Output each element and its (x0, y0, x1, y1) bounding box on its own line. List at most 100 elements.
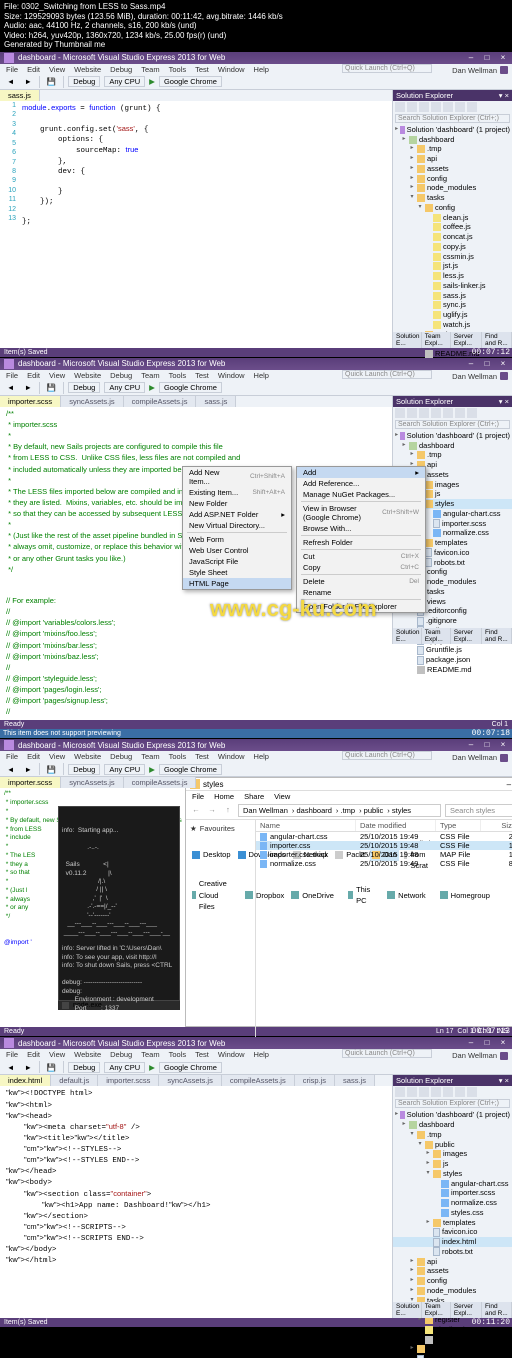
menu-item[interactable]: Add ASP.NET Folder▸ (183, 509, 291, 520)
tree-item[interactable]: ▸dashboard (393, 135, 512, 145)
tree-item[interactable]: ▸node_modules (393, 183, 512, 193)
menu-debug[interactable]: Debug (110, 752, 132, 761)
tree-item[interactable]: .editorconfig (393, 1354, 512, 1358)
editor-tab[interactable]: compileAssets.js (124, 396, 197, 407)
file-list[interactable]: NameDate modifiedTypeSize angular-chart.… (256, 820, 512, 1040)
tree-item[interactable]: angular-chart.css (393, 1179, 512, 1189)
menu-help[interactable]: Help (254, 752, 269, 761)
menu-website[interactable]: Website (74, 1050, 101, 1059)
tree-item[interactable]: Gruntfile.js (393, 645, 512, 655)
menu-item[interactable]: JavaScript File (183, 556, 291, 567)
menu-edit[interactable]: Edit (27, 1050, 40, 1059)
tree-item[interactable]: ▾styles (393, 1169, 512, 1179)
side-tab[interactable]: Server Expl... (451, 332, 482, 348)
menu-website[interactable]: Website (74, 65, 101, 74)
menu-view[interactable]: View (49, 1050, 65, 1059)
tree-item[interactable]: ▸Solution 'dashboard' (1 project) (393, 1110, 512, 1120)
editor-tab[interactable]: importer.scss (0, 396, 61, 407)
menu-tools[interactable]: Tools (169, 752, 187, 761)
menu-test[interactable]: Test (195, 65, 209, 74)
menu-edit[interactable]: Edit (27, 752, 40, 761)
config-dropdown[interactable]: Debug (68, 76, 100, 87)
minimize-button[interactable]: – (507, 780, 511, 789)
editor-tab[interactable]: sass.js (196, 396, 236, 407)
menu-item[interactable]: Rename (297, 587, 425, 598)
tree-item[interactable]: .gitignore (393, 616, 512, 626)
menu-item[interactable]: Add New Item...Ctrl+Shift+A (183, 467, 291, 487)
tree-item[interactable]: sync.js (393, 300, 512, 310)
file-row[interactable]: importer.css25/10/2015 19:48CSS File1 KB (256, 841, 512, 850)
column-header[interactable]: Type (436, 820, 481, 831)
menu-file[interactable]: File (6, 1050, 18, 1059)
tree-item[interactable]: README.md (393, 665, 512, 675)
editor[interactable]: importer.scsssyncAssets.jscompileAssets.… (0, 777, 185, 1027)
menu-item[interactable]: Style Sheet (183, 567, 291, 578)
menu-edit[interactable]: Edit (27, 371, 40, 380)
nav-item[interactable]: Desktop (190, 848, 233, 861)
nav-up[interactable]: ↑ (222, 805, 234, 817)
tree-item[interactable]: styles.css (393, 1208, 512, 1218)
tree-item[interactable]: favicon.ico (393, 1227, 512, 1237)
start-button[interactable]: ▶ (149, 77, 155, 86)
side-tab[interactable]: Server Expl... (451, 1302, 482, 1318)
menu-item[interactable]: Add Reference... (297, 478, 425, 489)
menu-edit[interactable]: Edit (27, 65, 40, 74)
tree-item[interactable]: ▸.tmp (393, 144, 512, 154)
file-row[interactable]: importer.css.map25/10/2015 19:48MAP File… (256, 850, 512, 859)
menu-item[interactable]: View in Browser (Google Chrome)Ctrl+Shif… (297, 503, 425, 523)
explorer-search[interactable]: Search styles (445, 804, 512, 817)
user-badge[interactable]: Dan Wellman (452, 66, 508, 75)
menu-item[interactable]: Refresh Folder (297, 537, 425, 548)
quick-launch[interactable]: Quick Launch (Ctrl+Q) (342, 370, 432, 379)
platform-dropdown[interactable]: Any CPU (104, 76, 145, 87)
quick-launch[interactable]: Quick Launch (Ctrl+Q) (342, 64, 432, 73)
tree-item[interactable]: README.md (393, 1335, 512, 1345)
tree-item[interactable]: sails-linker.js (393, 281, 512, 291)
side-tab[interactable]: Server Expl... (451, 628, 482, 644)
menu-view[interactable]: View (49, 752, 65, 761)
menu-file[interactable]: File (6, 65, 18, 74)
menu-window[interactable]: Window (218, 1050, 245, 1059)
tree-item[interactable]: importer.scss (393, 1188, 512, 1198)
editor-tab[interactable]: default.js (51, 1075, 98, 1086)
nav-item[interactable] (236, 893, 240, 898)
breadcrumb[interactable]: Dan Wellman› dashboard› .tmp› public› st… (238, 804, 441, 817)
tree-item[interactable]: normalize.css (393, 1198, 512, 1208)
tree-item[interactable]: ▸config (393, 174, 512, 184)
menu-debug[interactable]: Debug (110, 65, 132, 74)
forward-button[interactable]: ► (21, 76, 34, 87)
menu-team[interactable]: Team (141, 1050, 159, 1059)
tree-item[interactable]: less.js (393, 271, 512, 281)
side-tab[interactable]: Team Expl... (422, 332, 451, 348)
menu-item[interactable]: New Virtual Directory... (183, 520, 291, 531)
tree-item[interactable]: ▾.tmp (393, 1130, 512, 1140)
menu-item[interactable]: Open Folder in File Explorer (297, 601, 425, 612)
menu-test[interactable]: Test (195, 371, 209, 380)
tree-item[interactable]: ▸Solution 'dashboard' (1 project) (393, 125, 512, 135)
tree-item[interactable]: cssmin.js (393, 252, 512, 262)
context-menu-main[interactable]: Add▸Add Reference...Manage NuGet Package… (296, 466, 426, 613)
menu-tools[interactable]: Tools (169, 371, 187, 380)
nav-back[interactable]: ← (190, 805, 202, 817)
menu-view[interactable]: View (49, 65, 65, 74)
editor-tab[interactable]: syncAssets.js (159, 1075, 221, 1086)
menu-debug[interactable]: Debug (110, 371, 132, 380)
menu-view[interactable]: View (49, 371, 65, 380)
tree-item[interactable]: ▸config (393, 1276, 512, 1286)
tree-item[interactable]: index.html (393, 1237, 512, 1247)
editor-tab[interactable]: index.html (0, 1075, 51, 1086)
menu-item[interactable]: Add▸ (297, 467, 425, 478)
menu-help[interactable]: Help (254, 1050, 269, 1059)
tree-item[interactable]: robots.txt (393, 1247, 512, 1257)
tree-item[interactable]: package.json (393, 655, 512, 665)
crumb[interactable]: › dashboard (292, 806, 332, 815)
explorer-ribbon[interactable]: FileHomeShareView (186, 791, 512, 802)
menu-team[interactable]: Team (141, 371, 159, 380)
tree-item[interactable]: jst.js (393, 261, 512, 271)
ribbon-tab[interactable]: File (192, 792, 204, 801)
menu-item[interactable]: Manage NuGet Packages... (297, 489, 425, 500)
editor-tab[interactable]: syncAssets.js (61, 777, 123, 788)
tree-item[interactable]: sass.js (393, 291, 512, 301)
editor-tab[interactable]: compileAssets.js (222, 1075, 295, 1086)
file-row[interactable]: normalize.css25/10/2015 19:49CSS File8 K… (256, 859, 512, 868)
